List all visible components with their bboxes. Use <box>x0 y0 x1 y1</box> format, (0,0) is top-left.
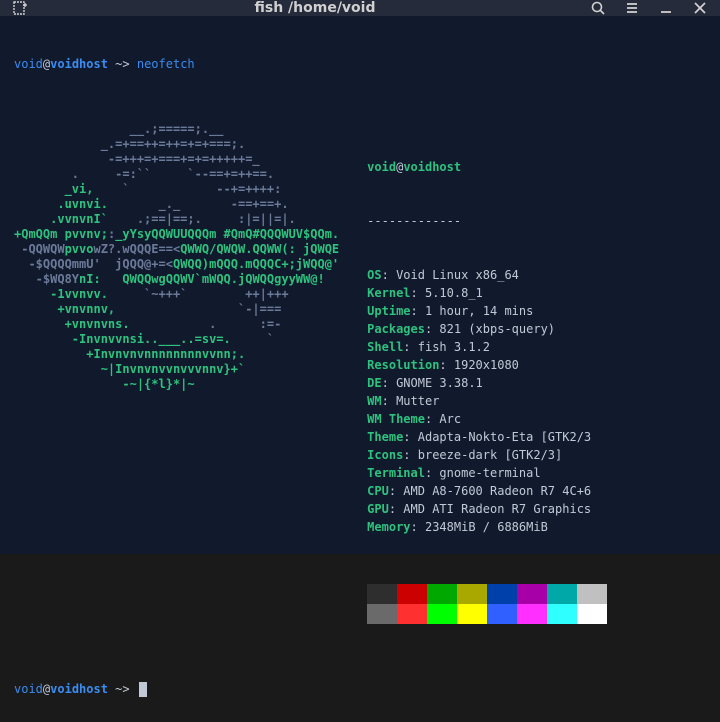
color-swatch <box>487 584 517 604</box>
info-host: voidhost <box>403 160 461 174</box>
color-swatch <box>517 604 547 624</box>
info-row: Theme: Adapta-Nokto-Eta [GTK2/3 <box>367 428 607 446</box>
color-swatch <box>397 584 427 604</box>
titlebar: fish /home/void <box>0 0 720 16</box>
prompt-user: void <box>14 57 43 71</box>
cursor <box>139 682 147 697</box>
info-row: Memory: 2348MiB / 6886MiB <box>367 518 607 536</box>
info-row: WM: Mutter <box>367 392 607 410</box>
color-swatch <box>427 584 457 604</box>
info-row: Terminal: gnome-terminal <box>367 464 607 482</box>
info-row: Packages: 821 (xbps-query) <box>367 320 607 338</box>
color-swatch <box>577 604 607 624</box>
color-swatch <box>427 604 457 624</box>
color-swatch <box>457 584 487 604</box>
prompt-path: ~> <box>108 57 137 71</box>
info-row: Uptime: 1 hour, 14 mins <box>367 302 607 320</box>
info-row: WM Theme: Arc <box>367 410 607 428</box>
color-swatch <box>517 584 547 604</box>
terminal-window: fish /home/void void@voidhost ~> neofetc… <box>0 0 720 554</box>
minimize-icon[interactable] <box>658 0 674 16</box>
color-swatch <box>547 604 577 624</box>
color-swatch <box>577 584 607 604</box>
titlebar-actions <box>590 0 708 16</box>
prompt-line-2: void@voidhost ~> <box>14 682 147 697</box>
system-info: void@voidhost ------------- OS: Void Lin… <box>367 122 607 660</box>
terminal-body[interactable]: void@voidhost ~> neofetch __.;=====;.__ … <box>0 16 720 722</box>
color-swatch <box>367 584 397 604</box>
info-header: void@voidhost <box>367 158 607 176</box>
info-user: void <box>367 160 396 174</box>
color-swatches <box>367 584 607 624</box>
info-row: OS: Void Linux x86_64 <box>367 266 607 284</box>
ascii-logo: __.;=====;.__ _.=+==++=++=+=+===;. -=+++… <box>14 122 339 660</box>
color-swatch <box>367 604 397 624</box>
neofetch-output: __.;=====;.__ _.=+==++=++=+=+===;. -=+++… <box>14 122 706 660</box>
info-row: Kernel: 5.10.8_1 <box>367 284 607 302</box>
info-separator: ------------- <box>367 212 607 230</box>
color-swatch <box>547 584 577 604</box>
close-icon[interactable] <box>692 0 708 16</box>
info-row: CPU: AMD A8-7600 Radeon R7 4C+6 <box>367 482 607 500</box>
info-row: GPU: AMD ATI Radeon R7 Graphics <box>367 500 607 518</box>
info-row: Resolution: 1920x1080 <box>367 356 607 374</box>
prompt-command: neofetch <box>137 57 195 71</box>
info-row: Icons: breeze-dark [GTK2/3] <box>367 446 607 464</box>
new-tab-icon[interactable] <box>12 0 28 16</box>
window-title: fish /home/void <box>40 0 590 16</box>
info-row: DE: GNOME 3.38.1 <box>367 374 607 392</box>
color-swatch <box>487 604 517 624</box>
prompt-line-1: void@voidhost ~> neofetch <box>14 57 706 72</box>
prompt-host: voidhost <box>50 57 108 71</box>
color-swatch <box>397 604 427 624</box>
info-row: Shell: fish 3.1.2 <box>367 338 607 356</box>
menu-icon[interactable] <box>624 0 640 16</box>
search-icon[interactable] <box>590 0 606 16</box>
color-swatch <box>457 604 487 624</box>
